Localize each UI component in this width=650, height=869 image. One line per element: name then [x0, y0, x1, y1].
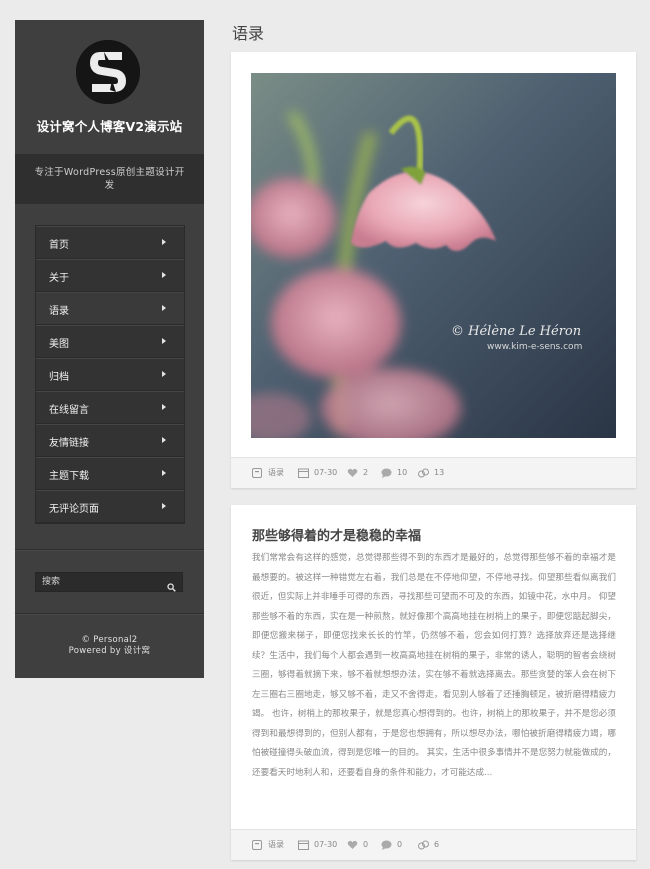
chevron-right-icon — [162, 239, 166, 245]
flower-photo: © Hélène Le Héron www.kim-e-sens.com — [251, 73, 616, 438]
nav-item-label: 在线留言 — [49, 405, 89, 416]
nav-item[interactable]: 在线留言 — [36, 391, 184, 424]
nav-item-label: 友情链接 — [49, 438, 89, 449]
nav-item-label: 美图 — [49, 339, 69, 350]
heart-icon — [347, 840, 358, 849]
views-icon — [418, 468, 429, 478]
nav-item[interactable]: 首页 — [36, 226, 184, 259]
comment-icon — [381, 840, 392, 850]
sidebar-divider — [15, 613, 204, 614]
chevron-right-icon — [162, 272, 166, 278]
site-tagline: 专注于WordPress原创主题设计开发 — [34, 167, 185, 191]
main-nav: 首页关于语录美图归档在线留言友情链接主题下载无评论页面 — [35, 225, 185, 524]
folder-icon — [252, 840, 262, 850]
copyright-text: © Personal2 — [81, 635, 138, 645]
nav-item[interactable]: 友情链接 — [36, 424, 184, 457]
search-box — [35, 572, 183, 592]
nav-item-label: 首页 — [49, 240, 69, 251]
powered-by-text[interactable]: Powered by 设计窝 — [15, 646, 204, 657]
nav-item[interactable]: 无评论页面 — [36, 490, 184, 523]
site-header: 设计窝个人博客V2演示站 — [15, 20, 204, 154]
sidebar: 设计窝个人博客V2演示站 专注于WordPress原创主题设计开发 首页关于语录… — [15, 20, 204, 678]
page-title: 语录 — [232, 24, 265, 43]
image-url: www.kim-e-sens.com — [487, 342, 582, 352]
nav-item-label: 语录 — [49, 306, 69, 317]
post-meta: 语录 07-30 0 0 6 — [231, 829, 636, 860]
folder-icon — [252, 468, 262, 478]
heart-icon — [347, 468, 358, 477]
nav-item-label: 主题下载 — [49, 471, 89, 482]
calendar-icon — [298, 840, 309, 850]
nav-item[interactable]: 美图 — [36, 325, 184, 358]
nav-item[interactable]: 主题下载 — [36, 457, 184, 490]
chevron-right-icon — [162, 503, 166, 509]
post-meta: 语录 07-30 2 10 13 — [231, 457, 636, 488]
chevron-right-icon — [162, 305, 166, 311]
search-input[interactable] — [42, 575, 157, 589]
sidebar-divider — [15, 549, 204, 550]
site-title[interactable]: 设计窝个人博客V2演示站 — [15, 116, 204, 135]
post-title[interactable]: 那些够得着的才是稳稳的幸福 — [252, 525, 421, 544]
search-icon[interactable] — [167, 577, 176, 596]
comment-icon — [381, 468, 392, 478]
sidebar-footer: © Personal2 Powered by 设计窝 — [15, 635, 204, 657]
chevron-right-icon — [162, 470, 166, 476]
logo-s-icon — [76, 40, 140, 104]
nav-item[interactable]: 语录 — [36, 292, 184, 325]
post-card: 那些够得着的才是稳稳的幸福 我们常常会有这样的感觉，总觉得那些得不到的东西才是最… — [231, 505, 636, 860]
post-excerpt: 我们常常会有这样的感觉，总觉得那些得不到的东西才是最好的，总觉得那些够不着的幸福… — [252, 553, 616, 778]
chevron-right-icon — [162, 404, 166, 410]
nav-item-label: 关于 — [49, 273, 69, 284]
image-watermark: © Hélène Le Héron — [451, 324, 581, 339]
nav-item-label: 归档 — [49, 372, 69, 383]
nav-item[interactable]: 归档 — [36, 358, 184, 391]
post-card: © Hélène Le Héron www.kim-e-sens.com 语录 … — [231, 52, 636, 488]
site-logo[interactable] — [76, 40, 140, 104]
views-icon — [418, 840, 429, 850]
nav-item[interactable]: 关于 — [36, 259, 184, 292]
post-image[interactable]: © Hélène Le Héron www.kim-e-sens.com — [251, 73, 616, 438]
chevron-right-icon — [162, 437, 166, 443]
chevron-right-icon — [162, 338, 166, 344]
tagline-box: 专注于WordPress原创主题设计开发 — [15, 154, 204, 204]
calendar-icon — [298, 468, 309, 478]
chevron-right-icon — [162, 371, 166, 377]
nav-item-label: 无评论页面 — [49, 504, 99, 515]
